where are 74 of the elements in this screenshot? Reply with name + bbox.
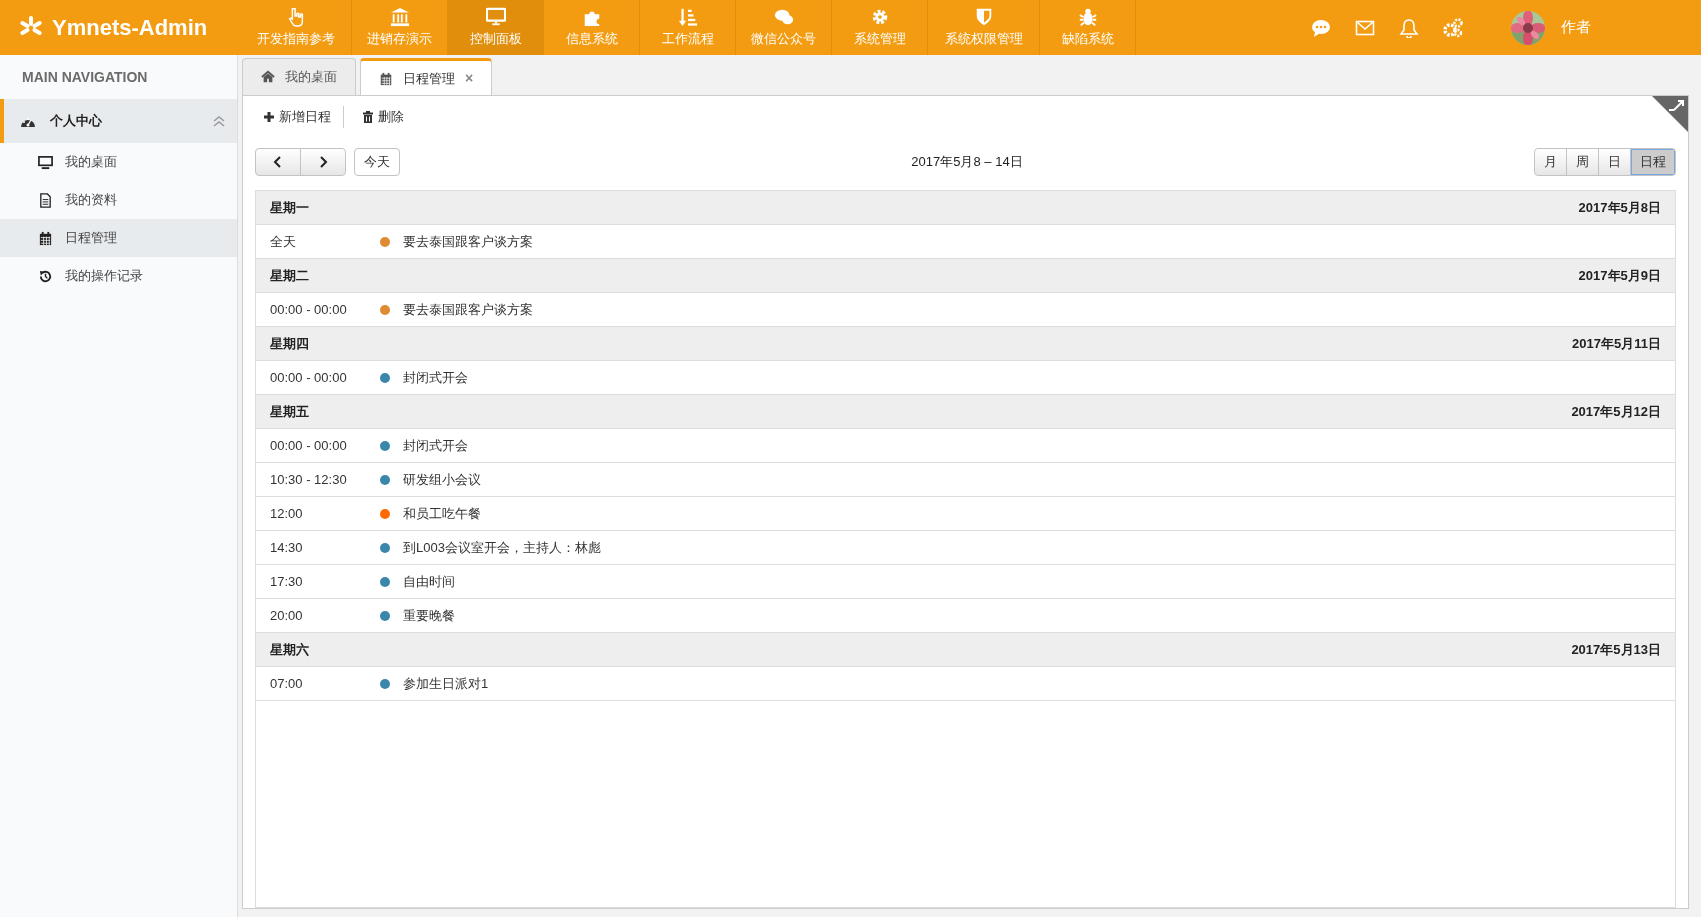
event-time: 17:30 bbox=[270, 572, 304, 591]
monitor-icon bbox=[38, 154, 53, 170]
trash-icon bbox=[362, 111, 374, 123]
calendar-icon bbox=[38, 230, 53, 246]
sidebar-title: MAIN NAVIGATION bbox=[21, 68, 149, 87]
event-time: 10:30 - 12:30 bbox=[270, 470, 348, 489]
event-time: 00:00 - 00:00 bbox=[270, 300, 348, 319]
event-title: 重要晚餐 bbox=[403, 606, 455, 625]
event-row[interactable]: 00:00 - 00:00 封闭式开会 bbox=[256, 429, 1675, 463]
date: 2017年5月11日 bbox=[1572, 334, 1661, 353]
view-button[interactable]: 月 bbox=[1535, 149, 1567, 175]
close-button[interactable]: × bbox=[465, 68, 474, 89]
sort-icon bbox=[677, 6, 698, 27]
expand-icon[interactable] bbox=[1652, 96, 1688, 132]
weekday: 星期二 bbox=[270, 266, 309, 285]
event-time: 00:00 - 00:00 bbox=[270, 436, 348, 455]
event-title: 研发组小会议 bbox=[403, 470, 481, 489]
event-row[interactable]: 07:00 参加生日派对1 bbox=[256, 667, 1675, 701]
tab-label: 日程管理 bbox=[403, 69, 455, 88]
event-time: 全天 bbox=[270, 232, 297, 251]
weekday: 星期四 bbox=[270, 334, 309, 353]
document-icon bbox=[38, 192, 53, 208]
date: 2017年5月13日 bbox=[1571, 640, 1661, 659]
toolbar-button[interactable]: 删除 bbox=[358, 107, 416, 127]
view-button[interactable]: 日程 bbox=[1631, 149, 1675, 175]
bug-icon bbox=[1077, 6, 1098, 27]
weekday: 星期五 bbox=[270, 402, 309, 421]
event-row[interactable]: 10:30 - 12:30 研发组小会议 bbox=[256, 463, 1675, 497]
weekday: 星期六 bbox=[270, 640, 309, 659]
sidebar-group[interactable]: 个人中心 bbox=[0, 99, 237, 143]
chat-icon[interactable] bbox=[1311, 17, 1331, 38]
event-row[interactable]: 14:30 到L003会议室开会，主持人：林彪 bbox=[256, 531, 1675, 565]
event-title: 封闭式开会 bbox=[403, 368, 468, 387]
tab[interactable]: 我的桌面 bbox=[242, 58, 356, 95]
sidebar-item[interactable]: 我的桌面 bbox=[0, 143, 237, 181]
today-button[interactable]: 今天 bbox=[354, 148, 400, 176]
event-title: 自由时间 bbox=[403, 572, 455, 591]
date: 2017年5月9日 bbox=[1578, 266, 1661, 285]
date-range: 2017年5月8 – 14日 bbox=[910, 153, 1024, 172]
event-title: 要去泰国跟客户谈方案 bbox=[403, 232, 533, 251]
tab-label: 我的桌面 bbox=[285, 68, 337, 87]
chevron-left-icon bbox=[272, 155, 284, 169]
chevron-icon bbox=[213, 115, 225, 127]
event-title: 和员工吃午餐 bbox=[403, 504, 481, 523]
event-row[interactable]: 17:30 自由时间 bbox=[256, 565, 1675, 599]
event-time: 07:00 bbox=[270, 674, 304, 693]
view-button[interactable]: 周 bbox=[1567, 149, 1599, 175]
event-title: 封闭式开会 bbox=[403, 436, 468, 455]
event-title: 参加生日派对1 bbox=[403, 674, 489, 693]
event-time: 14:30 bbox=[270, 538, 304, 557]
toolbar-button[interactable]: 新增日程 bbox=[259, 107, 343, 127]
brand-name: Ymnets-Admin bbox=[52, 14, 208, 42]
sidebar-item[interactable]: 我的操作记录 bbox=[0, 257, 237, 295]
event-title: 要去泰国跟客户谈方案 bbox=[403, 300, 533, 319]
calendar-icon bbox=[379, 71, 393, 86]
bell-icon[interactable] bbox=[1399, 17, 1419, 38]
sidebar-item[interactable]: 日程管理 bbox=[0, 219, 237, 257]
event-title: 到L003会议室开会，主持人：林彪 bbox=[403, 538, 601, 557]
plus-icon bbox=[263, 111, 275, 123]
event-time: 20:00 bbox=[270, 606, 304, 625]
bank-icon bbox=[389, 6, 410, 27]
event-time: 00:00 - 00:00 bbox=[270, 368, 348, 387]
event-row[interactable]: 12:00 和员工吃午餐 bbox=[256, 497, 1675, 531]
monitor-icon bbox=[485, 6, 506, 27]
event-time: 12:00 bbox=[270, 504, 304, 523]
date: 2017年5月12日 bbox=[1571, 402, 1661, 421]
settings-icon[interactable] bbox=[1443, 17, 1463, 38]
tab[interactable]: 日程管理 × bbox=[360, 58, 493, 96]
weekday: 星期一 bbox=[270, 198, 309, 217]
sidebar-item[interactable]: 我的资料 bbox=[0, 181, 237, 219]
date: 2017年5月8日 bbox=[1578, 198, 1661, 217]
home-icon bbox=[261, 70, 275, 84]
chevron-right-icon bbox=[317, 155, 329, 169]
history-icon bbox=[38, 268, 53, 284]
